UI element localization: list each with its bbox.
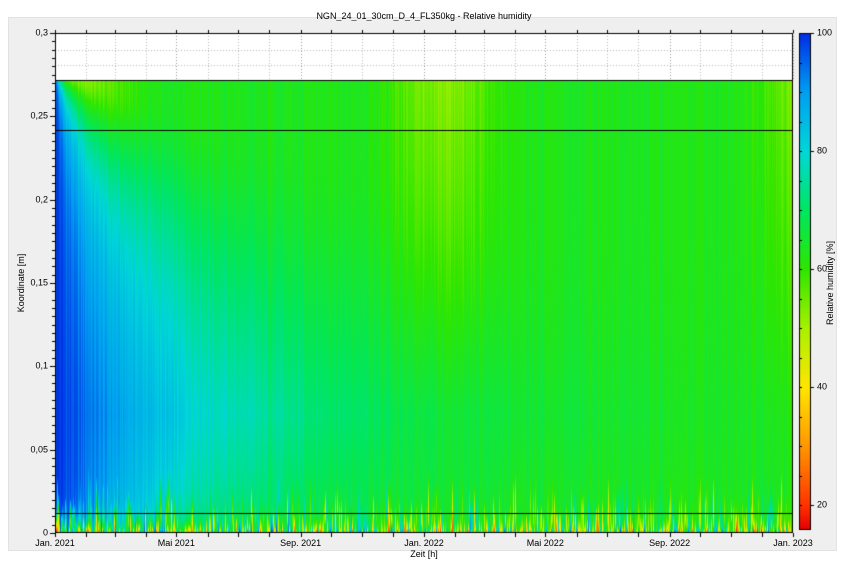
y-tick-label: 0,1: [35, 362, 48, 371]
colorbar-tick-label: 20: [817, 501, 827, 510]
colorbar-tick-label: 60: [817, 265, 827, 274]
y-tick-label: 0,15: [30, 279, 48, 288]
colorbar-title: Relative humidity [%]: [825, 241, 835, 325]
x-tick-label: Jan. 2023: [773, 539, 813, 548]
screenshot-stage: NGN_24_01_30cm_D_4_FL350kg - Relative hu…: [0, 0, 851, 569]
y-tick-label: 0: [43, 529, 48, 538]
chart-title: NGN_24_01_30cm_D_4_FL350kg - Relative hu…: [316, 11, 531, 21]
y-axis-title: Koordinate [m]: [16, 254, 26, 313]
x-tick-label: Sep. 2022: [649, 539, 690, 548]
x-tick-label: Jan. 2021: [35, 539, 75, 548]
y-tick-label: 0,05: [30, 445, 48, 454]
colorbar-tick-label: 80: [817, 147, 827, 156]
colorbar-tick-label: 100: [817, 29, 832, 38]
x-tick-label: Jan. 2022: [404, 539, 444, 548]
y-tick-label: 0,2: [35, 195, 48, 204]
x-axis-title: Zeit [h]: [410, 549, 438, 559]
y-tick-label: 0,3: [35, 29, 48, 38]
colorbar-tick-label: 40: [817, 383, 827, 392]
x-tick-label: Mai 2022: [527, 539, 564, 548]
x-tick-label: Mai 2021: [158, 539, 195, 548]
y-tick-label: 0,25: [30, 112, 48, 121]
x-tick-label: Sep. 2021: [280, 539, 321, 548]
humidity-contour-canvas: [0, 0, 851, 569]
